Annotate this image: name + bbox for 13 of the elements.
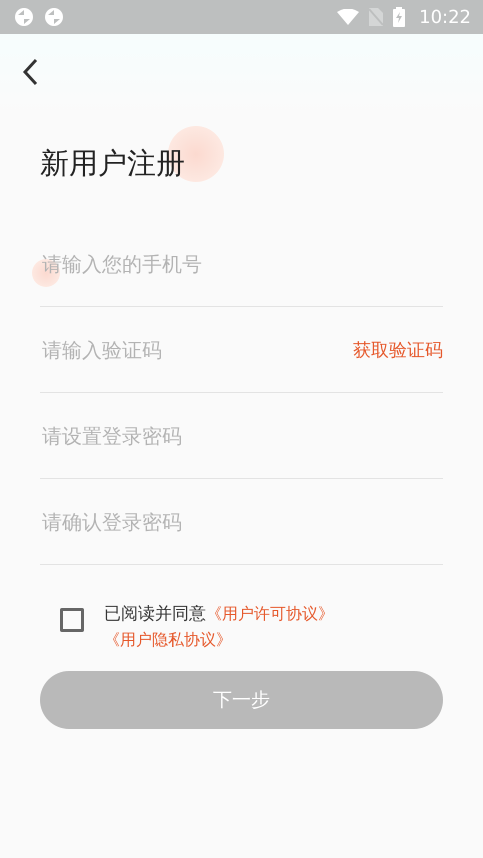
input-field[interactable]: 请确认登录密码	[40, 508, 443, 534]
battery-charging-icon	[393, 7, 406, 27]
agreement-text: 已阅读并同意《用户许可协议》 《用户隐私协议》	[104, 603, 335, 651]
page-title: 新用户注册	[40, 145, 185, 181]
input-field[interactable]: 请输入验证码	[40, 336, 353, 362]
agreement-link[interactable]: 《用户隐私协议》	[104, 630, 232, 649]
status-time: 10:22	[419, 6, 471, 28]
agree-checkbox[interactable]	[60, 608, 84, 632]
input-field[interactable]: 请设置登录密码	[40, 422, 443, 448]
input-field[interactable]: 请输入您的手机号	[40, 250, 443, 276]
wifi-icon	[337, 9, 360, 25]
agreement-link[interactable]: 《用户许可协议》	[206, 604, 334, 623]
get-code-button[interactable]: 获取验证码	[353, 338, 443, 362]
